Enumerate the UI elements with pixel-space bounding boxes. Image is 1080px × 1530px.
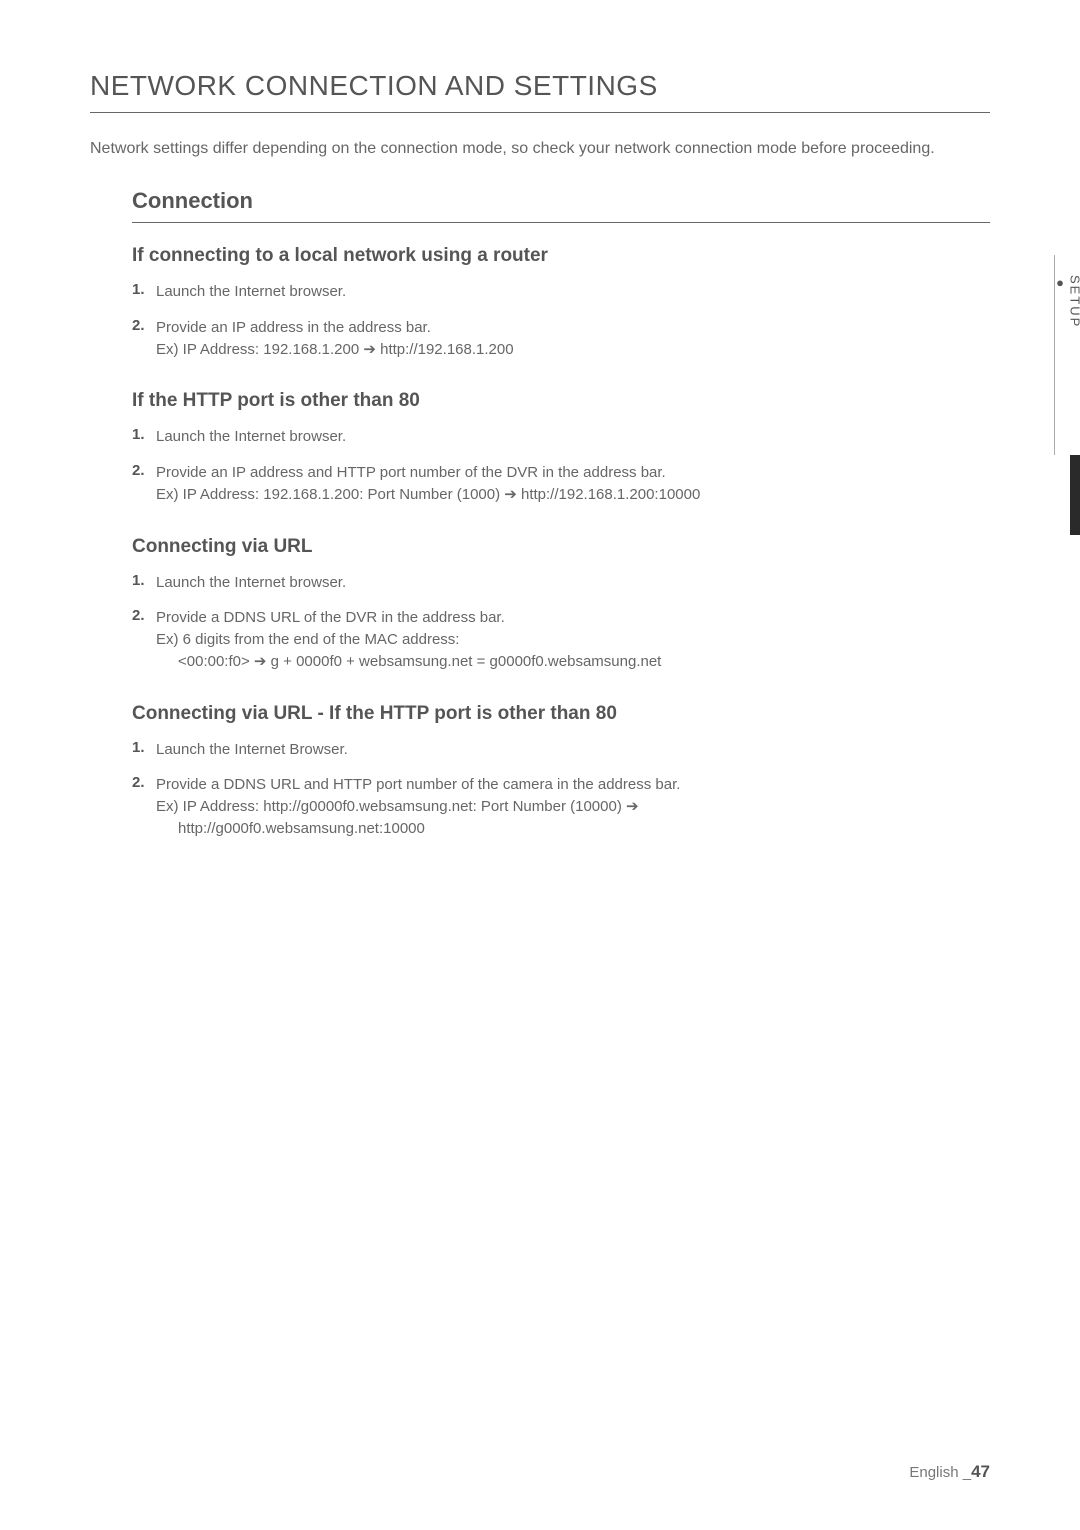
step-list: 1. Launch the Internet browser. 2. Provi… [132, 281, 990, 360]
step-line: Ex) IP Address: 192.168.1.200: Port Numb… [156, 484, 700, 506]
page-footer: English _47 [909, 1462, 990, 1482]
subsection-title-via-url: Connecting via URL [132, 536, 990, 558]
step-text: Provide a DDNS URL of the DVR in the add… [156, 607, 661, 672]
step-text: Launch the Internet browser. [156, 426, 346, 448]
step-number: 1. [132, 572, 156, 594]
list-item: 2. Provide an IP address in the address … [132, 317, 990, 361]
list-item: 1. Launch the Internet browser. [132, 426, 990, 448]
side-tab-marker [1070, 455, 1080, 535]
bullet-icon: ● [1053, 275, 1068, 290]
side-tab-label: SETUP [1068, 275, 1080, 328]
list-item: 2. Provide a DDNS URL and HTTP port numb… [132, 774, 990, 839]
side-tab: ● SETUP [1054, 255, 1080, 455]
step-number: 2. [132, 317, 156, 361]
step-line: Provide a DDNS URL and HTTP port number … [156, 774, 680, 796]
step-text: Launch the Internet Browser. [156, 739, 348, 761]
step-number: 1. [132, 426, 156, 448]
step-line: Ex) 6 digits from the end of the MAC add… [156, 629, 661, 651]
step-text: Launch the Internet browser. [156, 281, 346, 303]
step-text: Provide an IP address in the address bar… [156, 317, 514, 361]
step-line: Ex) IP Address: 192.168.1.200 ➔ http://1… [156, 339, 514, 361]
subsection-title-via-url-port: Connecting via URL - If the HTTP port is… [132, 703, 990, 725]
section-title-connection: Connection [132, 188, 990, 223]
footer-language: English _ [909, 1464, 971, 1481]
list-item: 2. Provide an IP address and HTTP port n… [132, 462, 990, 506]
list-item: 2. Provide a DDNS URL of the DVR in the … [132, 607, 990, 672]
step-number: 2. [132, 607, 156, 672]
step-line: http://g000f0.websamsung.net:10000 [156, 818, 680, 840]
subsection-title-http-port: If the HTTP port is other than 80 [132, 390, 990, 412]
step-text: Provide a DDNS URL and HTTP port number … [156, 774, 680, 839]
step-number: 2. [132, 774, 156, 839]
subsection-title-router: If connecting to a local network using a… [132, 245, 990, 267]
step-line: <00:00:f0> ➔ g + 0000f0 + websamsung.net… [156, 651, 661, 673]
step-list: 1. Launch the Internet browser. 2. Provi… [132, 426, 990, 505]
step-list: 1. Launch the Internet browser. 2. Provi… [132, 572, 990, 673]
intro-paragraph: Network settings differ depending on the… [90, 137, 990, 160]
step-list: 1. Launch the Internet Browser. 2. Provi… [132, 739, 990, 840]
list-item: 1. Launch the Internet browser. [132, 281, 990, 303]
step-line: Provide an IP address and HTTP port numb… [156, 462, 700, 484]
step-number: 1. [132, 281, 156, 303]
step-number: 2. [132, 462, 156, 506]
step-line: Ex) IP Address: http://g0000f0.websamsun… [156, 796, 680, 818]
step-line: Provide an IP address in the address bar… [156, 317, 514, 339]
step-text: Provide an IP address and HTTP port numb… [156, 462, 700, 506]
step-text: Launch the Internet browser. [156, 572, 346, 594]
step-number: 1. [132, 739, 156, 761]
footer-page-number: 47 [971, 1462, 990, 1481]
list-item: 1. Launch the Internet Browser. [132, 739, 990, 761]
page-title: NETWORK CONNECTION AND SETTINGS [90, 70, 990, 113]
list-item: 1. Launch the Internet browser. [132, 572, 990, 594]
step-line: Provide a DDNS URL of the DVR in the add… [156, 607, 661, 629]
